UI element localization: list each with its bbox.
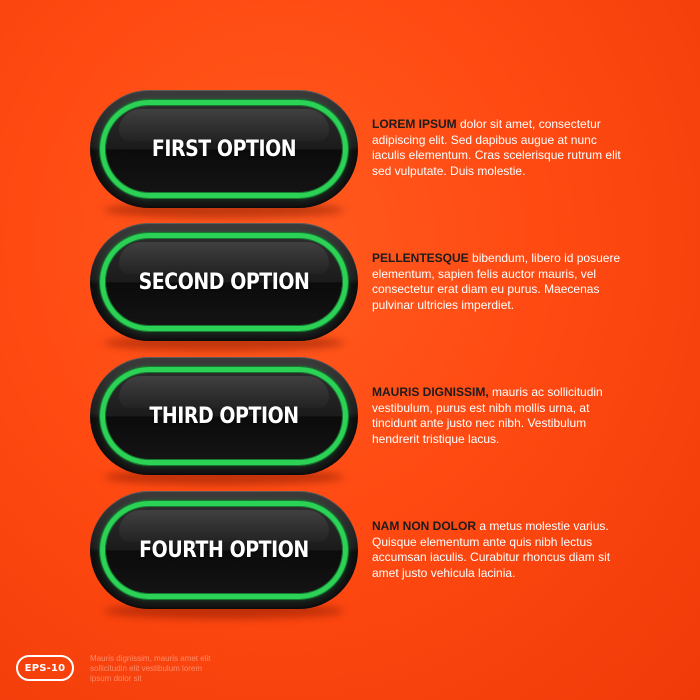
option-1-lead: LOREM IPSUM — [372, 117, 457, 131]
option-2-description: PELLENTESQUE bibendum, libero id posuere… — [372, 251, 622, 313]
option-1-button[interactable]: FIRST OPTION — [90, 90, 358, 218]
option-2-label: SECOND OPTION — [138, 269, 310, 295]
footer-note: Mauris dignissim, mauris amet elit solli… — [90, 654, 211, 683]
option-4-button[interactable]: FOURTH OPTION — [90, 491, 358, 619]
eps-badge: EPS-10 — [16, 655, 74, 681]
option-2-button[interactable]: SECOND OPTION — [90, 223, 358, 351]
option-4-lead: NAM NON DOLOR — [372, 519, 476, 533]
option-2-lead: PELLENTESQUE — [372, 251, 469, 265]
option-1-description: LOREM IPSUM dolor sit amet, consectetur … — [372, 117, 622, 179]
option-4-label: FOURTH OPTION — [139, 537, 309, 563]
option-3-lead: MAURIS DIGNISSIM, — [372, 385, 489, 399]
option-1-label: FIRST OPTION — [151, 136, 297, 162]
option-4-description: NAM NON DOLOR a metus molestie varius. Q… — [372, 519, 622, 581]
option-3-description: MAURIS DIGNISSIM, mauris ac sollicitudin… — [372, 385, 622, 447]
infographic-canvas: FIRST OPTION LOREM IPSUM dolor sit amet,… — [0, 0, 700, 700]
option-3-button[interactable]: THIRD OPTION — [90, 357, 358, 485]
option-3-label: THIRD OPTION — [149, 403, 299, 429]
